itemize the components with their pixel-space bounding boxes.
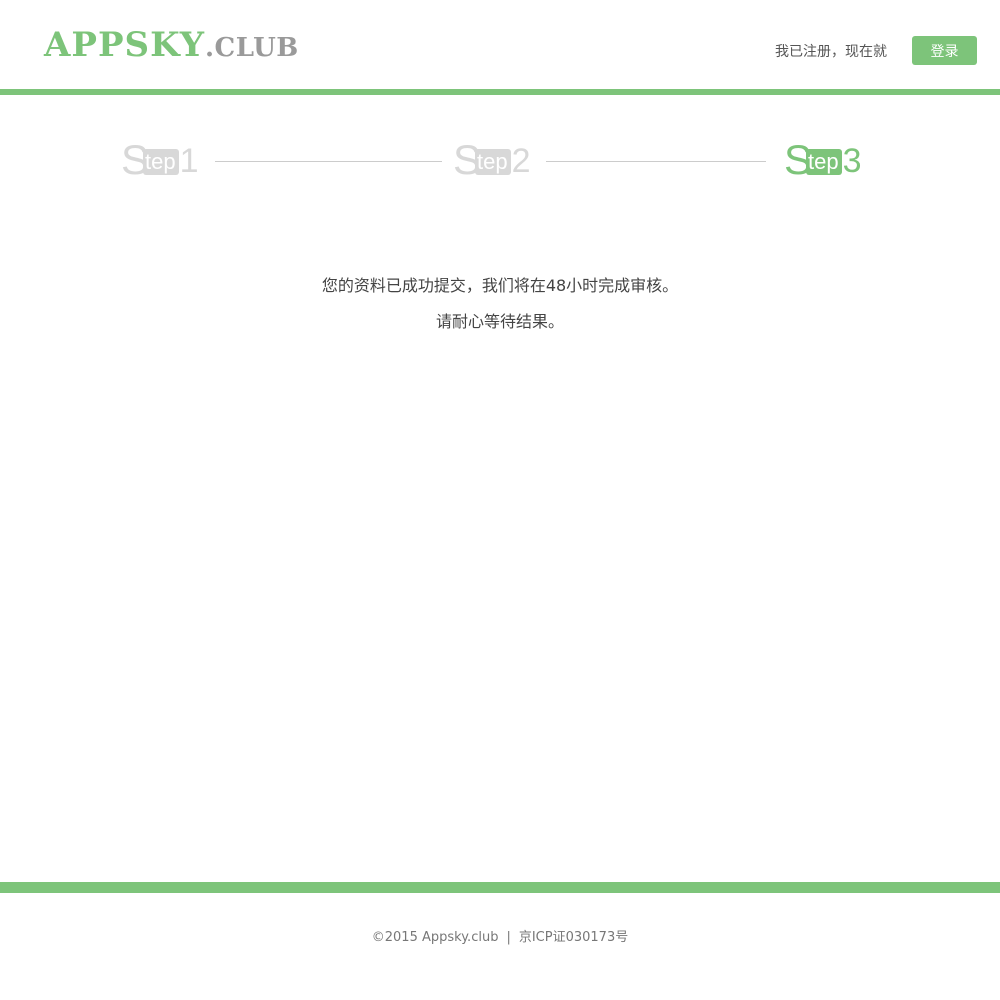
- header-login-area: 我已注册，现在就 登录: [775, 36, 977, 65]
- wait-message: 请耐心等待结果。: [435, 312, 564, 331]
- success-message: 您的资料已成功提交，我们将在48小时完成审核。: [321, 276, 679, 295]
- icp-license-text: 京ICP证030173号: [518, 930, 629, 945]
- logo-domain-text: .CLUB: [204, 33, 299, 63]
- step-3-indicator: S tep 3: [784, 138, 862, 182]
- step-1-number: 1: [179, 142, 199, 180]
- step-3-label: tep: [806, 149, 842, 175]
- footer-accent-bar: [0, 882, 1000, 893]
- site-header: APPSKY.CLUB 我已注册，现在就 登录: [0, 0, 1000, 89]
- step-1-indicator: S tep 1: [121, 138, 199, 182]
- footer-separator: |: [506, 930, 511, 945]
- logo-main-text: APPSKY: [44, 25, 205, 65]
- step-connector-1: [215, 161, 442, 162]
- copyright-text: ©2015 Appsky.club: [371, 930, 499, 945]
- site-footer: ©2015 Appsky.club | 京ICP证030173号: [0, 926, 1000, 945]
- step-2-label: tep: [475, 149, 511, 175]
- step-2-number: 2: [511, 142, 531, 180]
- step-3-number: 3: [842, 142, 862, 180]
- login-hint-text: 我已注册，现在就: [775, 43, 887, 60]
- step-2-indicator: S tep 2: [453, 138, 531, 182]
- header-accent-bar: [0, 89, 1000, 95]
- page: APPSKY.CLUB 我已注册，现在就 登录 S tep 1 S tep 2 …: [0, 0, 1000, 1000]
- step-connector-2: [546, 161, 766, 162]
- site-logo[interactable]: APPSKY.CLUB: [44, 28, 299, 62]
- step-1-label: tep: [143, 149, 179, 175]
- login-button[interactable]: 登录: [912, 36, 977, 65]
